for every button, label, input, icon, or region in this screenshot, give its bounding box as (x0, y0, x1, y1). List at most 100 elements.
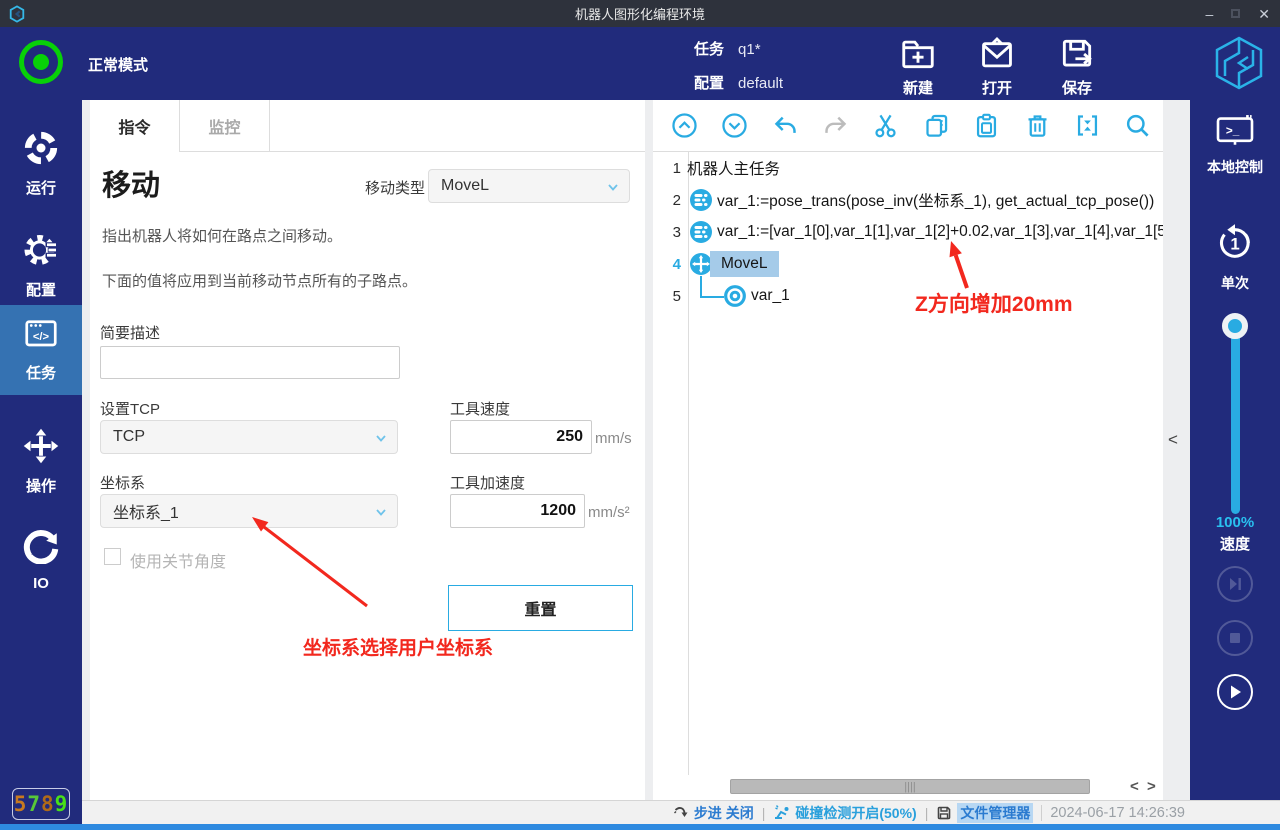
joint-angle-checkbox[interactable] (104, 548, 121, 565)
collision-detection-icon (773, 804, 790, 821)
set-variable-icon (690, 189, 712, 211)
close-button[interactable]: ✕ (1258, 7, 1270, 21)
copy-icon[interactable] (911, 112, 961, 139)
sidebar-item-io[interactable]: IO (0, 518, 82, 608)
chevron-down-icon (606, 180, 620, 194)
new-task-button[interactable]: 新建 (888, 34, 948, 98)
task-row: 任务 q1* (694, 38, 761, 59)
maximize-button[interactable] (1231, 9, 1240, 18)
redo-icon[interactable] (810, 112, 860, 139)
sidebar-item-config[interactable]: 配置 (0, 222, 82, 312)
stop-button[interactable] (1217, 620, 1253, 656)
config-label: 配置 (694, 72, 724, 93)
titlebar: 机器人图形化编程环境 – ✕ (0, 0, 1280, 27)
tool-accel-input[interactable] (450, 494, 585, 528)
app-window: 机器人图形化编程环境 – ✕ 正常模式 任务 q1* 配置 default 新建 (0, 0, 1280, 830)
frame-annotation: 坐标系选择用户坐标系 (303, 633, 493, 660)
reset-button[interactable]: 重置 (448, 585, 633, 631)
tab-instruction[interactable]: 指令 (90, 100, 180, 152)
tree-row-assign-2[interactable]: 3 var_1:=[var_1[0],var_1[1],var_1[2]+0.0… (653, 216, 1163, 248)
file-manager-icon (936, 805, 952, 821)
step-mode-status[interactable]: 步进 关闭 (673, 803, 754, 823)
description-line1: 指出机器人将如何在路点之间移动。 (102, 225, 342, 246)
window-title: 机器人图形化编程环境 (0, 4, 1280, 23)
left-sidebar: 运行 配置 </> 任务 (0, 100, 82, 824)
robot-status-indicator (19, 40, 63, 84)
clock: 2024-06-17 14:26:39 (1041, 805, 1185, 821)
undo-icon[interactable] (760, 112, 810, 139)
chevron-down-icon (374, 431, 388, 445)
collision-detection-status[interactable]: 碰撞检测开启(50%) (773, 803, 916, 823)
step-forward-button[interactable] (1217, 566, 1253, 602)
file-manager-button[interactable]: 文件管理器 (936, 803, 1033, 823)
single-run-label: 单次 (1190, 273, 1280, 293)
selected-node-label: MoveL (710, 251, 779, 277)
move-up-icon[interactable] (659, 112, 709, 139)
tree-row-assign-1[interactable]: 2 var_1:=pose_trans(pose_inv(坐标系_1), get… (653, 184, 1163, 216)
single-run-icon: 1 (1214, 222, 1256, 264)
save-task-button[interactable]: 保存 (1047, 34, 1107, 98)
speed-percentage: 100% (1190, 514, 1280, 531)
frame-select[interactable]: 坐标系_1 (100, 494, 398, 528)
local-control-item[interactable]: >_ 本地控制 (1190, 114, 1280, 177)
collapse-icon[interactable] (1062, 112, 1112, 139)
run-icon (23, 130, 59, 166)
tool-speed-input[interactable] (450, 420, 592, 454)
sidebar-item-operate[interactable]: 操作 (0, 418, 82, 508)
mode-label: 正常模式 (88, 54, 148, 75)
step-forward-icon (1219, 568, 1251, 600)
speed-slider-handle[interactable] (1222, 313, 1248, 339)
cut-icon[interactable] (861, 112, 911, 139)
brand-logo-icon (1212, 35, 1266, 91)
operate-icon (23, 428, 59, 464)
delete-icon[interactable] (1012, 112, 1062, 139)
horizontal-scrollbar[interactable] (730, 779, 1090, 794)
move-node-icon (690, 253, 712, 275)
brief-desc-label: 简要描述 (100, 322, 160, 343)
task-label: 任务 (694, 38, 724, 59)
task-value: q1* (738, 41, 761, 58)
step-mode-icon (673, 805, 689, 821)
svg-text:</>: </> (33, 331, 50, 343)
status-bar: 步进 关闭 | 碰撞检测开启(50%) | 文件管理器 2024-06-17 1… (82, 800, 1280, 824)
speed-slider-track[interactable] (1231, 318, 1240, 514)
open-icon (978, 34, 1016, 74)
move-down-icon[interactable] (709, 112, 759, 139)
open-task-button[interactable]: 打开 (967, 34, 1027, 98)
play-button[interactable] (1217, 674, 1253, 710)
sidebar-item-task[interactable]: </> 任务 (0, 305, 82, 395)
tab-monitor[interactable]: 监控 (180, 100, 270, 152)
config-row: 配置 default (694, 72, 783, 93)
page-title: 移动 (102, 162, 160, 204)
scroll-right-icon[interactable]: > (1147, 778, 1156, 795)
sidebar-item-run[interactable]: 运行 (0, 120, 82, 210)
tree-row-movel[interactable]: 4 MoveL (653, 248, 1163, 280)
tree-row-waypoint[interactable]: 5 var_1 (653, 280, 1163, 312)
tool-speed-unit: mm/s (595, 430, 632, 447)
config-value: default (738, 75, 783, 92)
instruction-panel: 指令 监控 移动 移动类型 MoveL 指出机器人将如何在路点之间移动。 下面的… (90, 100, 645, 800)
search-icon[interactable] (1113, 112, 1163, 139)
local-control-label: 本地控制 (1190, 157, 1280, 177)
tree-row-main-task[interactable]: 1 机器人主任务 (653, 152, 1163, 184)
panel-collapse-handle[interactable]: < (1168, 430, 1178, 450)
paste-icon[interactable] (961, 112, 1011, 139)
bottom-accent-strip (0, 824, 1280, 830)
local-control-icon: >_ (1215, 114, 1255, 148)
tool-accel-unit: mm/s² (588, 504, 630, 521)
set-variable-icon (690, 221, 712, 243)
header: 正常模式 任务 q1* 配置 default 新建 打开 (0, 27, 1280, 100)
brief-desc-input[interactable] (100, 346, 400, 379)
scroll-left-icon[interactable]: < (1130, 778, 1139, 795)
program-tree-panel: 1 机器人主任务 2 var_1:=pose_trans(pose_inv(坐标… (653, 100, 1163, 800)
minimize-button[interactable]: – (1205, 7, 1213, 21)
play-icon (1219, 676, 1251, 708)
speed-label: 速度 (1190, 533, 1280, 554)
waypoint-icon (724, 285, 746, 307)
chevron-down-icon (374, 505, 388, 519)
single-run-item[interactable]: 1 单次 (1190, 222, 1280, 293)
frame-label: 坐标系 (100, 472, 145, 493)
new-folder-icon (899, 34, 937, 74)
move-type-select[interactable]: MoveL (428, 169, 630, 203)
tcp-select[interactable]: TCP (100, 420, 398, 454)
